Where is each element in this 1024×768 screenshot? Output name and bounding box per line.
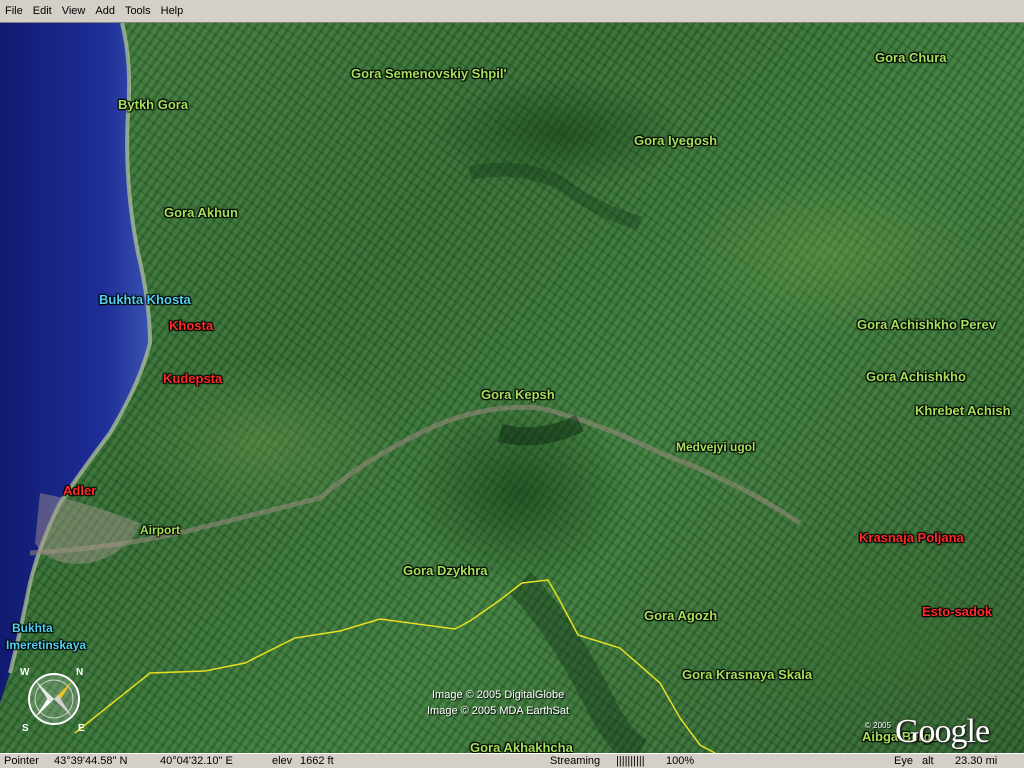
place-label[interactable]: Gora Chura <box>875 50 947 65</box>
place-label[interactable]: Kudepsta <box>163 371 222 386</box>
place-label[interactable]: Gora Agozh <box>644 608 717 623</box>
compass-south: S <box>22 723 29 734</box>
imagery-credit: Image © 2005 DigitalGlobe <box>432 689 565 701</box>
place-label[interactable]: Gora Semenovskiy Shpil' <box>351 66 507 81</box>
compass-east: E <box>78 723 85 734</box>
altitude-value: 23.30 mi <box>955 755 998 767</box>
place-label[interactable]: Bytkh Gora <box>118 97 188 112</box>
menu-help[interactable]: Help <box>156 1 189 22</box>
place-label[interactable]: Medvejyi ugol <box>676 440 755 454</box>
place-label[interactable]: Bukhta Khosta <box>99 292 191 307</box>
pointer-label: Pointer <box>4 755 39 767</box>
pointer-latitude: 43°39'44.58" N <box>54 755 128 767</box>
place-label[interactable]: Khosta <box>169 318 213 333</box>
menu-edit[interactable]: Edit <box>28 1 57 22</box>
place-label[interactable]: Gora Krasnaya Skala <box>682 667 812 682</box>
altitude-label: alt <box>922 755 934 767</box>
place-label[interactable]: Gora Akhakhcha <box>470 740 573 753</box>
place-label[interactable]: Gora Achishkho Perev <box>857 317 996 332</box>
place-label[interactable]: Gora Achishkho <box>866 369 966 384</box>
place-label[interactable]: Gora Dzykhra <box>403 563 488 578</box>
place-label[interactable]: Imeretinskaya <box>6 638 86 652</box>
place-label[interactable]: Adler <box>63 483 96 498</box>
compass-west: W <box>20 667 30 678</box>
menu-bar: File Edit View Add Tools Help <box>0 0 1024 23</box>
place-label[interactable]: Gora Iyegosh <box>634 133 717 148</box>
ridge-dark-1 <box>468 162 642 230</box>
ridge-dark-3 <box>509 572 648 753</box>
place-label[interactable]: Esto-sadok <box>922 604 992 619</box>
menu-tools[interactable]: Tools <box>120 1 156 22</box>
urban-area <box>35 493 140 564</box>
elevation-label: elev <box>272 755 293 767</box>
google-logo: Google <box>895 713 990 750</box>
ridge-dark-2 <box>497 414 585 446</box>
map-view[interactable]: Gora Semenovskiy Shpil' Gora Chura Bytkh… <box>0 23 1024 753</box>
streaming-label: Streaming <box>550 755 601 767</box>
compass-north: N <box>76 667 83 678</box>
place-label[interactable]: Khrebet Achish <box>915 403 1011 418</box>
logo-year: © 2005 <box>865 721 891 730</box>
menu-file[interactable]: File <box>0 1 28 22</box>
place-label[interactable]: Gora Kepsh <box>481 387 555 402</box>
streaming-percent: 100% <box>666 755 695 767</box>
elevation-value: 1662 ft <box>300 755 334 767</box>
pointer-longitude: 40°04'32.10" E <box>160 755 233 767</box>
compass-rose-icon[interactable]: N E S W <box>18 663 90 735</box>
place-label[interactable]: Bukhta <box>12 621 53 635</box>
menu-view[interactable]: View <box>57 1 91 22</box>
place-label[interactable]: Gora Akhun <box>164 205 238 220</box>
streaming-progress: |||||||||| <box>616 755 645 767</box>
eye-label: Eye <box>894 755 913 767</box>
status-bar: Pointer 43°39'44.58" N 40°04'32.10" E el… <box>0 753 1024 768</box>
place-label[interactable]: Krasnaja Poljana <box>859 530 964 545</box>
menu-add[interactable]: Add <box>90 1 120 22</box>
imagery-credit: Image © 2005 MDA EarthSat <box>427 705 570 717</box>
place-label[interactable]: Airport <box>140 523 180 537</box>
